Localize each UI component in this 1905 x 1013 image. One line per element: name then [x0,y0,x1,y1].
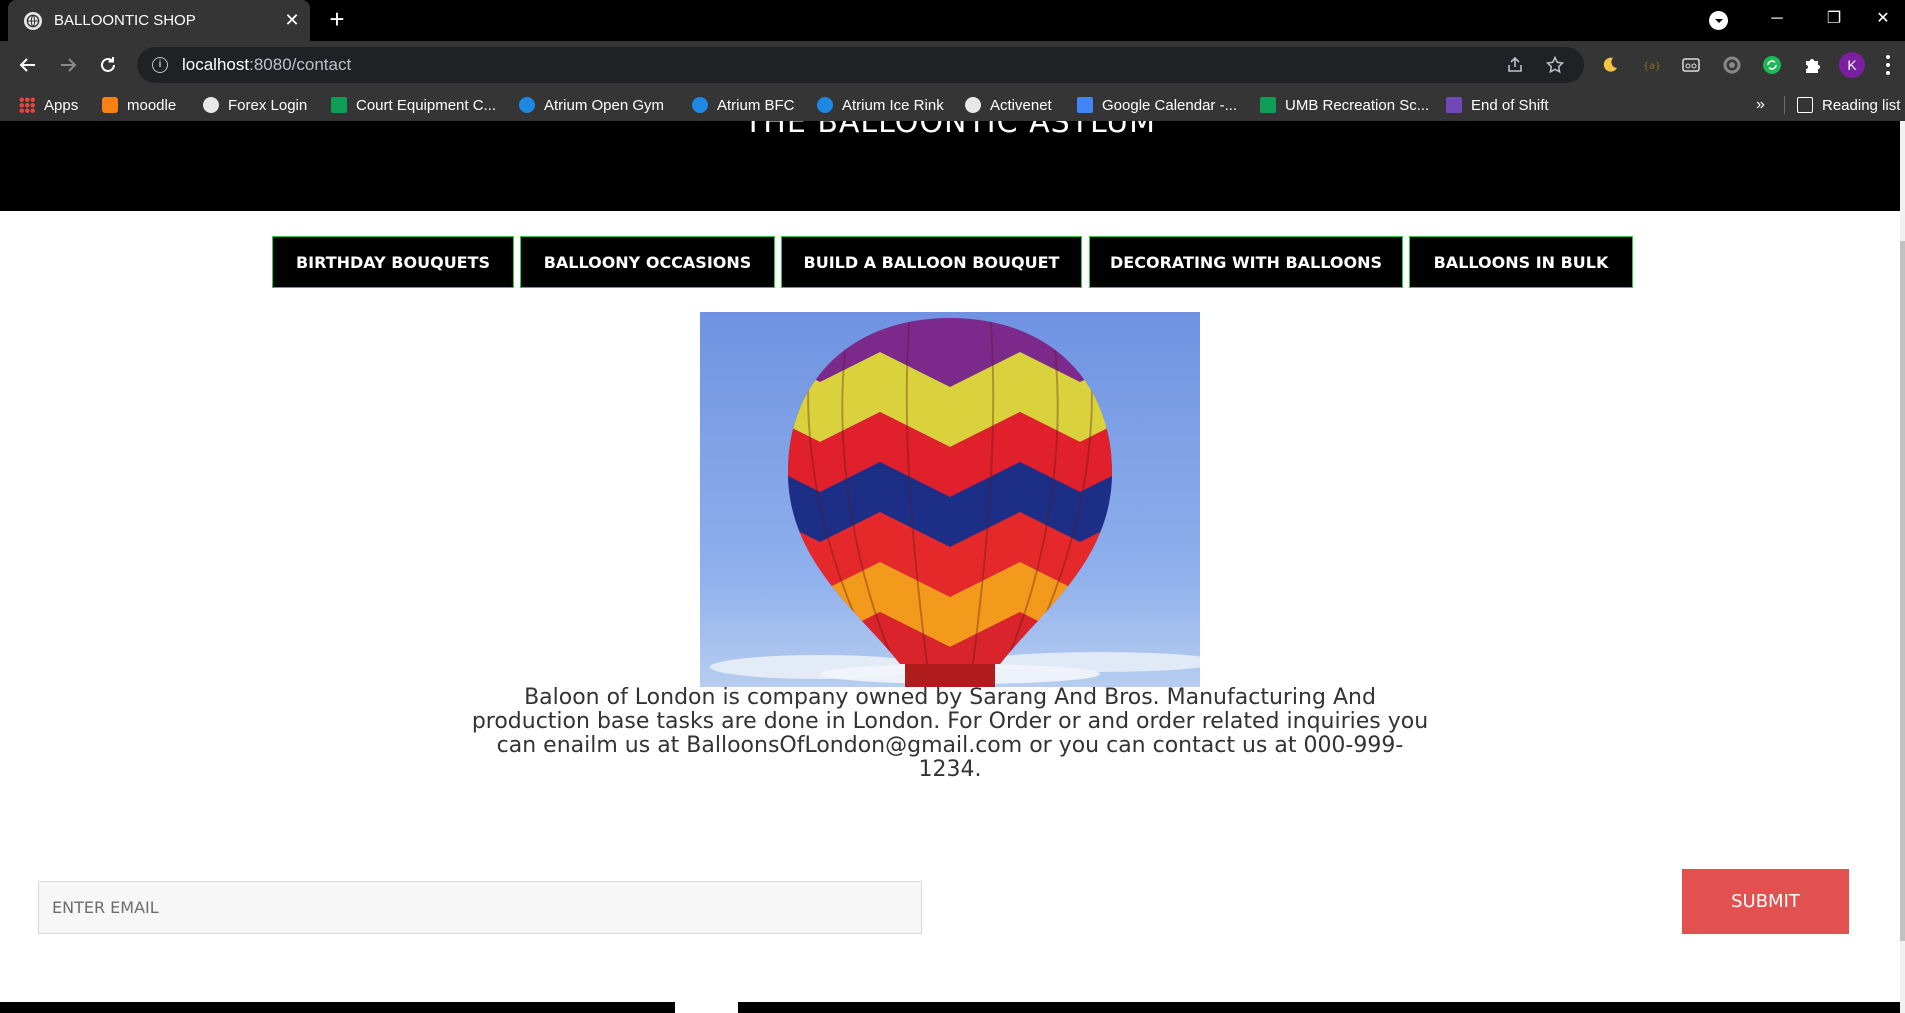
sheets-icon [1260,97,1276,113]
chrome-menu-icon[interactable] [1884,53,1892,77]
nav-balloony-occasions[interactable]: BALLOONY OCCASIONS [520,236,775,288]
bookmark-forex-login[interactable]: Forex Login [203,89,307,121]
bookmark-label: Apps [44,96,79,114]
page-scrollbar-thumb[interactable] [1900,241,1905,941]
bookmark-end-of-shift[interactable]: End of Shift [1446,89,1549,121]
nav-birthday-bouquets[interactable]: BIRTHDAY BOUQUETS [272,236,514,288]
url-text[interactable]: localhost:8080/contact [182,55,1504,75]
bookmarks-overflow-button[interactable]: » [1756,89,1765,121]
bookmark-activenet[interactable]: Activenet [965,89,1052,121]
bookmark-label: Activenet [990,96,1052,114]
tab-title: BALLOONTIC SHOP [54,12,196,29]
bookmarks-bar: Apps moodle Forex Login Court Equipment … [0,89,1905,121]
url-path: :8080/contact [249,55,352,74]
site-info-icon[interactable]: i [152,57,168,73]
tab-close-icon[interactable]: ✕ [278,10,306,31]
bookmark-atrium-open-gym[interactable]: Atrium Open Gym [519,89,664,121]
bookmark-umb-recreation[interactable]: UMB Recreation Sc... [1260,89,1429,121]
bookmark-atrium-bfc[interactable]: Atrium BFC [692,89,795,121]
sync-extension-icon[interactable] [1760,53,1784,77]
minimize-button[interactable]: ─ [1755,4,1799,34]
bookmark-label: moodle [127,96,177,114]
url-host: localhost [182,55,250,74]
submit-button[interactable]: SUBMIT [1682,869,1849,934]
footer-bar [0,1002,1900,1013]
atrium-icon [519,97,535,113]
moodle-icon [102,97,118,113]
apps-grid-icon [19,97,35,113]
hot-air-balloon-image [700,312,1200,687]
back-arrow-icon [19,58,35,72]
globe-icon [965,97,981,113]
browser-tab[interactable]: BALLOONTIC SHOP ✕ [8,0,310,41]
sheets-icon [331,97,347,113]
reload-button[interactable] [93,50,123,80]
bookmark-label: Google Calendar -... [1102,96,1238,114]
bookmark-label: End of Shift [1471,96,1549,114]
reading-list-button[interactable]: Reading list [1797,89,1900,121]
bookmark-label: Atrium Ice Rink [842,96,944,114]
bookmark-apps[interactable]: Apps [19,89,78,121]
profile-avatar[interactable]: K [1839,52,1865,78]
reading-list-icon [1797,97,1813,113]
bookmark-moodle[interactable]: moodle [102,89,176,121]
back-button[interactable] [13,50,43,80]
forward-arrow-icon [61,58,77,72]
bookmarks-separator [1784,96,1785,114]
globe-icon [24,11,42,30]
nav-balloons-in-bulk[interactable]: BALLOONS IN BULK [1409,236,1633,288]
share-icon[interactable] [1504,54,1526,76]
web-page: THE BALLOONTIC ASYLUM BIRTHDAY BOUQUETS … [0,121,1905,1013]
new-tab-button[interactable]: + [323,6,351,34]
atrium-icon [817,97,833,113]
browser-toolbar: i localhost:8080/contact {a} K [0,41,1905,89]
bookmark-star-icon[interactable] [1544,54,1566,76]
site-header: THE BALLOONTIC ASYLUM [0,121,1900,211]
bookmark-label: Atrium Open Gym [544,96,665,114]
reading-list-label: Reading list [1822,96,1901,114]
calendar-icon [1077,97,1093,113]
svg-text:{a}: {a} [1643,61,1661,72]
extension-braces-icon[interactable]: {a} [1639,53,1663,77]
bookmark-label: Forex Login [228,96,308,114]
bookmark-label: UMB Recreation Sc... [1285,96,1430,114]
tab-search-icon[interactable] [1709,11,1728,30]
globe-icon [203,97,219,113]
atrium-icon [692,97,708,113]
reload-icon [101,57,115,72]
bookmark-court-equipment[interactable]: Court Equipment C... [331,89,496,121]
dark-mode-extension-icon[interactable] [1598,53,1622,77]
browser-tab-strip: BALLOONTIC SHOP ✕ + ─ ❐ ✕ [0,0,1905,41]
forms-icon [1446,97,1462,113]
address-bar[interactable]: i localhost:8080/contact [137,47,1584,83]
loading-extension-icon[interactable] [1720,53,1744,77]
nav-build-a-balloon-bouquet[interactable]: BUILD A BALLOON BOUQUET [781,236,1082,288]
site-title: THE BALLOONTIC ASYLUM [743,121,1157,140]
email-input[interactable] [38,881,922,934]
close-window-button[interactable]: ✕ [1861,4,1905,34]
puzzle-extensions-icon[interactable] [1800,53,1824,77]
bookmark-atrium-ice-rink[interactable]: Atrium Ice Rink [817,89,944,121]
about-paragraph: Baloon of London is company owned by Sar… [471,685,1429,782]
footer-gap [675,1002,738,1013]
restore-button[interactable]: ❐ [1812,4,1856,34]
bookmark-google-calendar[interactable]: Google Calendar -... [1077,89,1237,121]
bookmark-label: Court Equipment C... [356,96,497,114]
forward-button[interactable] [53,50,83,80]
reader-extension-icon[interactable] [1679,53,1703,77]
nav-decorating-with-balloons[interactable]: DECORATING WITH BALLOONS [1089,236,1403,288]
bookmark-label: Atrium BFC [717,96,795,114]
